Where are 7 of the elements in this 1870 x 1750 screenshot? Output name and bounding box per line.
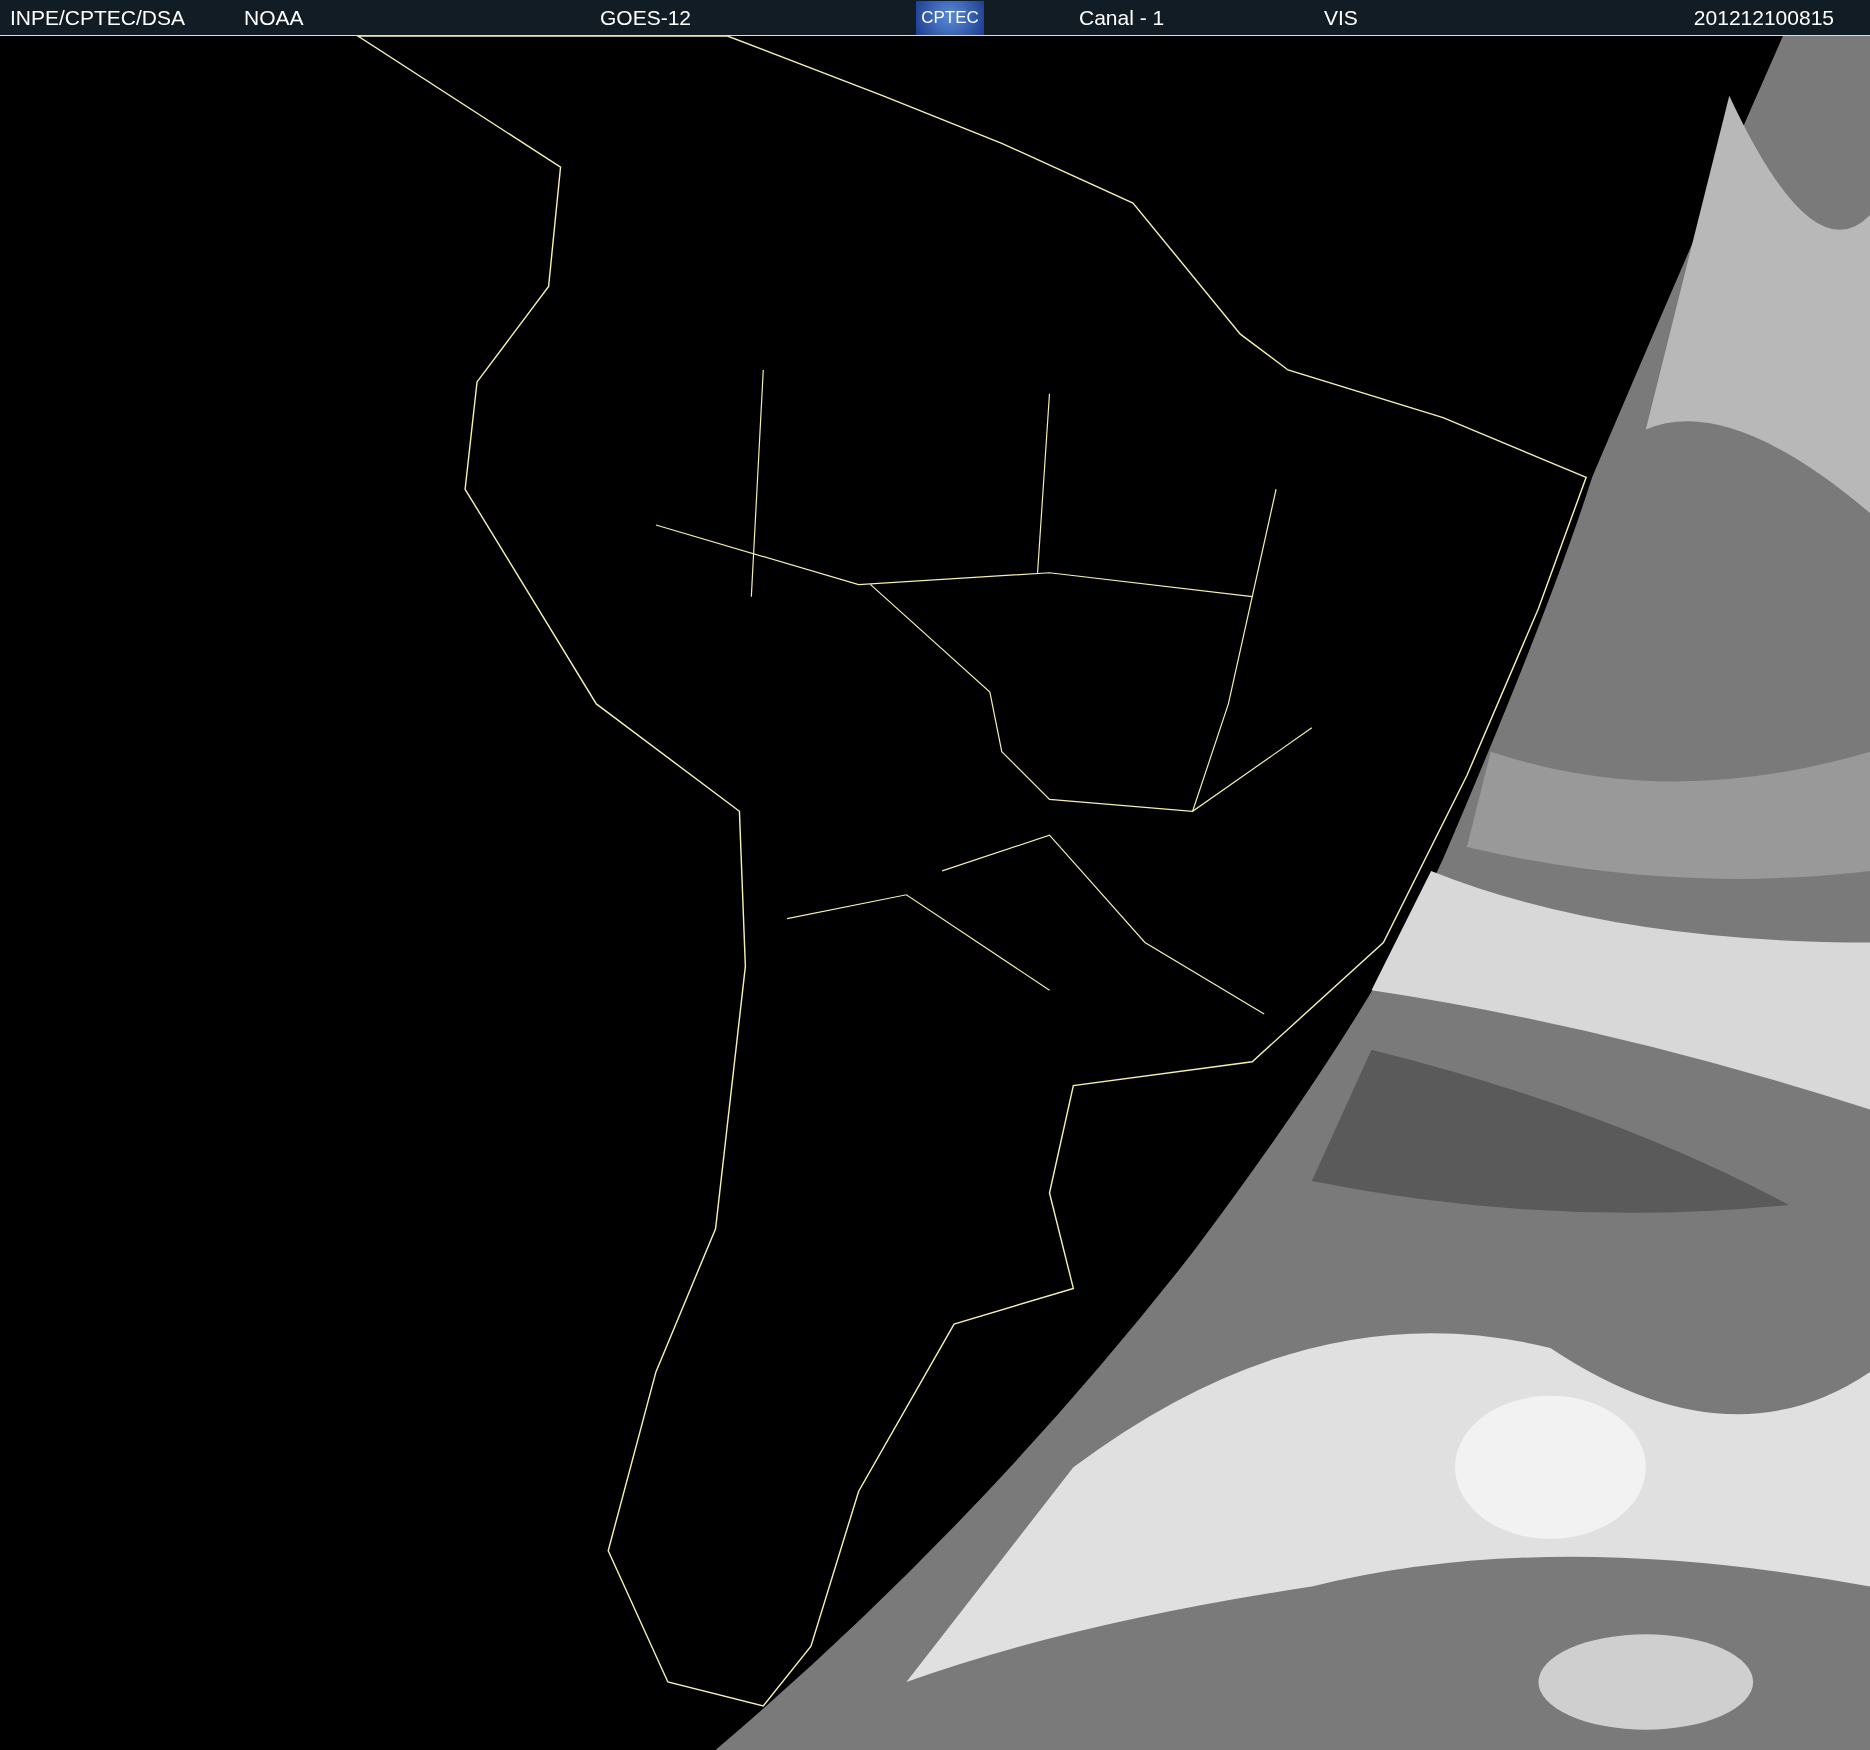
logo: CPTEC bbox=[916, 0, 984, 35]
header-label: INPE/CPTEC/DSA bbox=[10, 5, 186, 30]
header-label: GOES-12 bbox=[600, 5, 692, 30]
header-label: 201212100815 bbox=[1693, 5, 1834, 30]
header-label: NOAA bbox=[244, 5, 304, 30]
header-label: VIS bbox=[1324, 5, 1358, 30]
header-label: Canal - 1 bbox=[1079, 5, 1165, 30]
